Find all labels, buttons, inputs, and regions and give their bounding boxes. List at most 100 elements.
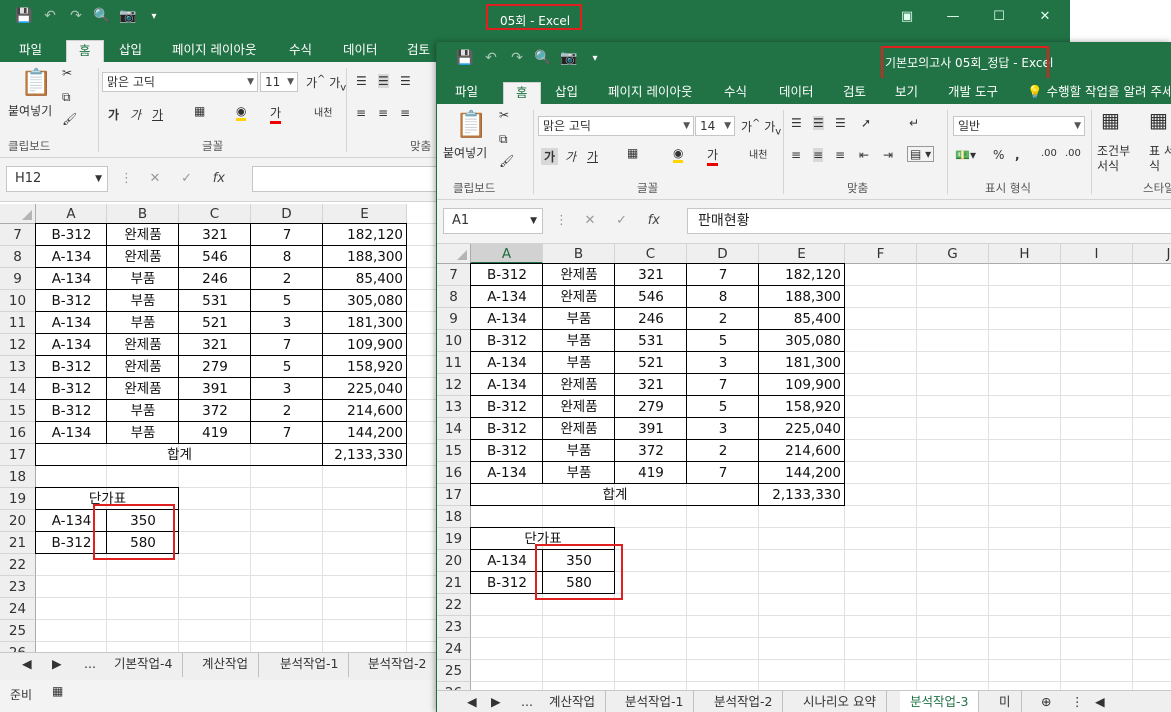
- copy-icon[interactable]: ⧉: [62, 90, 71, 105]
- table-cell[interactable]: 7: [687, 462, 759, 484]
- table-cell[interactable]: 완제품: [107, 246, 179, 268]
- table-cell[interactable]: 2: [687, 440, 759, 462]
- row-header[interactable]: 22: [0, 554, 36, 576]
- sheet-scroll-left-icon[interactable]: ◀: [22, 653, 32, 677]
- sheet-tab[interactable]: 시나리오 요약: [793, 691, 887, 712]
- table-cell[interactable]: 372: [615, 440, 687, 462]
- row-header[interactable]: 26: [437, 682, 471, 690]
- sheet-more-button[interactable]: ...: [74, 653, 106, 677]
- camera-icon[interactable]: 📷: [559, 50, 579, 66]
- table-cell[interactable]: 279: [615, 396, 687, 418]
- table-cell[interactable]: 부품: [543, 462, 615, 484]
- table-cell[interactable]: 7: [251, 334, 323, 356]
- formula-input[interactable]: [252, 166, 442, 192]
- column-header[interactable]: J: [1133, 244, 1171, 264]
- row-header[interactable]: 26: [0, 642, 36, 652]
- table-cell[interactable]: 완제품: [107, 334, 179, 356]
- paste-button[interactable]: 붙여넣기: [8, 102, 52, 119]
- format-painter-icon[interactable]: 🖌: [499, 154, 514, 168]
- column-header[interactable]: G: [917, 244, 989, 264]
- table-cell[interactable]: 521: [615, 352, 687, 374]
- increase-decimal-icon[interactable]: .00: [1041, 148, 1057, 159]
- price-code-cell[interactable]: B-312: [471, 572, 543, 594]
- grow-font-icon[interactable]: 가^ 가v: [741, 118, 781, 137]
- tab-formulas[interactable]: 수식: [724, 82, 747, 104]
- row-header[interactable]: 21: [0, 532, 36, 554]
- table-cell[interactable]: 5: [687, 330, 759, 352]
- table-cell[interactable]: 2: [687, 308, 759, 330]
- align-left-icon[interactable]: ≡: [791, 148, 801, 162]
- table-cell[interactable]: A-134: [36, 422, 107, 444]
- phonetic-button[interactable]: 내천: [314, 104, 332, 119]
- column-header[interactable]: A: [471, 244, 543, 264]
- table-cell[interactable]: 214,600: [759, 440, 845, 462]
- row-header[interactable]: 10: [0, 290, 36, 312]
- format-as-table-icon[interactable]: ▦: [1149, 108, 1168, 132]
- row-header[interactable]: 7: [437, 264, 471, 286]
- row-header[interactable]: 24: [437, 638, 471, 660]
- row-header[interactable]: 9: [0, 268, 36, 290]
- select-all-corner[interactable]: [0, 204, 36, 224]
- column-header[interactable]: C: [615, 244, 687, 264]
- paste-icon[interactable]: 📋: [20, 68, 52, 98]
- column-header[interactable]: C: [179, 204, 251, 224]
- bold-button[interactable]: 가: [108, 106, 119, 123]
- table-cell[interactable]: 5: [251, 290, 323, 312]
- wrap-text-icon[interactable]: ↵: [909, 116, 919, 130]
- table-cell[interactable]: 546: [615, 286, 687, 308]
- align-top-icon[interactable]: ☰: [356, 74, 367, 88]
- table-cell[interactable]: 182,120: [759, 264, 845, 286]
- customize-icon[interactable]: ▾: [144, 11, 164, 22]
- column-header[interactable]: I: [1061, 244, 1133, 264]
- decrease-indent-icon[interactable]: ⇤: [859, 148, 869, 162]
- cancel-icon[interactable]: ✕: [150, 171, 161, 186]
- row-header[interactable]: 25: [437, 660, 471, 682]
- conditional-format-icon[interactable]: ▦: [1101, 108, 1120, 132]
- table-cell[interactable]: 부품: [107, 422, 179, 444]
- tab-page-layout[interactable]: 페이지 레이아웃: [172, 40, 256, 62]
- maximize-icon[interactable]: ☐: [976, 9, 1022, 24]
- table-cell[interactable]: 531: [179, 290, 251, 312]
- table-cell[interactable]: 완제품: [543, 374, 615, 396]
- orientation-icon[interactable]: ➚: [861, 116, 871, 130]
- row-header[interactable]: 19: [437, 528, 471, 550]
- format-painter-icon[interactable]: 🖌: [62, 112, 77, 126]
- undo-icon[interactable]: ↶: [40, 8, 60, 24]
- row-header[interactable]: 13: [0, 356, 36, 378]
- row-header[interactable]: 16: [437, 462, 471, 484]
- table-cell[interactable]: 8: [687, 286, 759, 308]
- table-cell[interactable]: 181,300: [323, 312, 407, 334]
- table-cell[interactable]: 305,080: [323, 290, 407, 312]
- tab-page-layout[interactable]: 페이지 레이아웃: [608, 82, 692, 104]
- table-cell[interactable]: 완제품: [543, 264, 615, 286]
- paste-button[interactable]: 붙여넣기: [443, 144, 487, 161]
- sheet-tab[interactable]: 분석작업-2: [704, 691, 784, 712]
- table-cell[interactable]: 225,040: [759, 418, 845, 440]
- total-value[interactable]: 2,133,330: [323, 444, 407, 466]
- row-header[interactable]: 21: [437, 572, 471, 594]
- conditional-format-button[interactable]: 조건부 서식: [1097, 144, 1137, 174]
- row-header[interactable]: 12: [437, 374, 471, 396]
- table-cell[interactable]: 부품: [543, 440, 615, 462]
- sheet-scroll-right-icon[interactable]: ▶: [52, 653, 62, 677]
- ribbon-display-icon[interactable]: ▣: [884, 9, 930, 24]
- table-cell[interactable]: A-134: [471, 374, 543, 396]
- table-cell[interactable]: 완제품: [543, 286, 615, 308]
- table-cell[interactable]: 391: [179, 378, 251, 400]
- fx-icon[interactable]: fx: [213, 171, 225, 186]
- tab-insert[interactable]: 삽입: [119, 40, 142, 62]
- table-cell[interactable]: 305,080: [759, 330, 845, 352]
- fx-icon[interactable]: fx: [648, 213, 660, 228]
- row-header[interactable]: 20: [437, 550, 471, 572]
- tab-developer[interactable]: 개발 도구: [948, 82, 998, 104]
- table-cell[interactable]: 182,120: [323, 224, 407, 246]
- tab-data[interactable]: 데이터: [343, 40, 378, 62]
- table-cell[interactable]: 완제품: [107, 356, 179, 378]
- table-cell[interactable]: A-134: [471, 286, 543, 308]
- row-header[interactable]: 18: [0, 466, 36, 488]
- table-cell[interactable]: 321: [615, 264, 687, 286]
- sheet-tab[interactable]: 계산작업: [192, 653, 260, 677]
- row-header[interactable]: 8: [437, 286, 471, 308]
- paste-icon[interactable]: 📋: [455, 110, 487, 140]
- save-icon[interactable]: 💾: [14, 8, 34, 24]
